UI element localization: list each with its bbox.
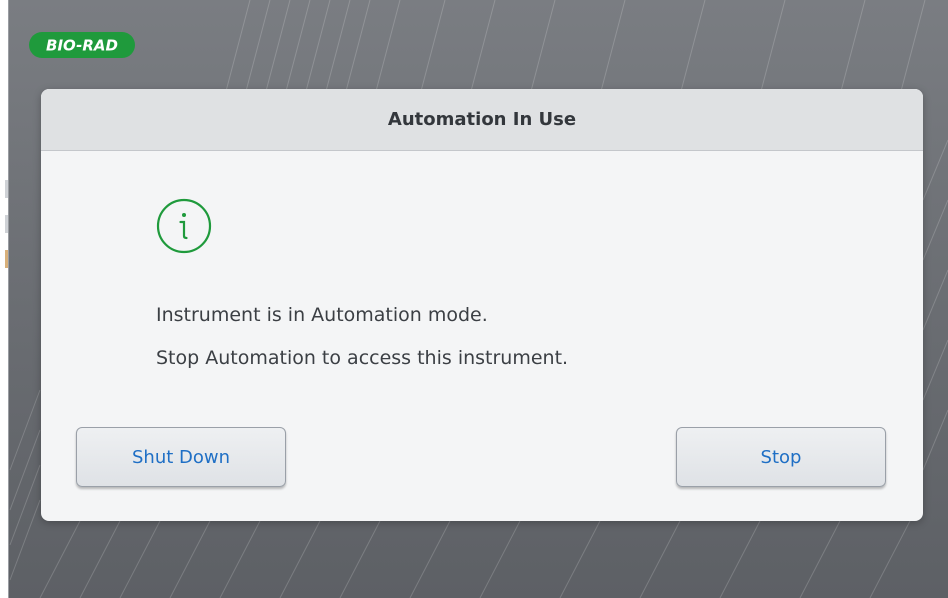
edge-tick xyxy=(5,250,8,268)
message-line-1: Instrument is in Automation mode. xyxy=(156,304,488,326)
logo-text: BIO-RAD xyxy=(46,37,118,55)
edge-tick xyxy=(5,180,8,198)
stop-button[interactable]: Stop xyxy=(676,427,886,487)
automation-dialog: Automation In Use Instrument is in Autom… xyxy=(41,89,923,521)
instrument-screen: BIO-RAD Automation In Use Instrument is … xyxy=(0,0,948,598)
message-line-2: Stop Automation to access this instrumen… xyxy=(156,347,569,369)
dialog-title: Automation In Use xyxy=(387,109,577,130)
dialog-header: Automation In Use xyxy=(41,89,923,151)
bio-rad-logo: BIO-RAD xyxy=(29,32,135,58)
left-edge-strip xyxy=(0,0,9,598)
info-icon xyxy=(156,198,212,254)
edge-tick xyxy=(5,215,8,233)
shut-down-button[interactable]: Shut Down xyxy=(76,427,286,487)
